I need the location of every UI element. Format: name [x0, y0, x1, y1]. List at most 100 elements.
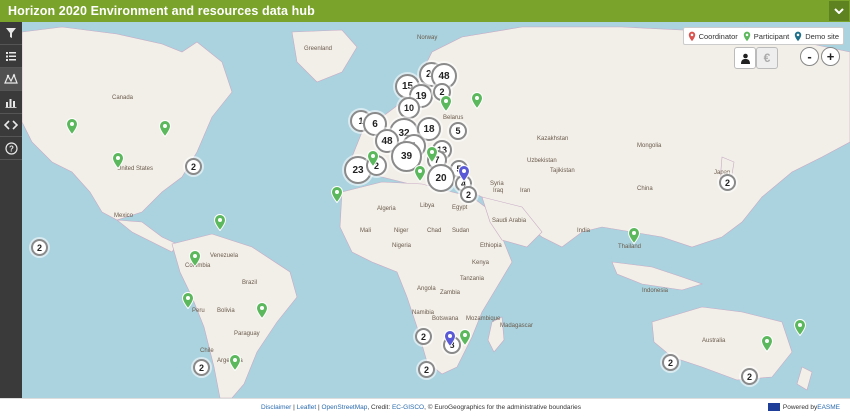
participant-pin-icon[interactable]	[471, 92, 483, 109]
cluster-map-icon	[4, 73, 18, 84]
participant-pin-icon[interactable]	[628, 227, 640, 244]
legend-item-demo-site[interactable]: Demo site	[794, 30, 839, 42]
participant-pin-icon[interactable]	[256, 302, 268, 319]
map-label: Botswana	[432, 316, 459, 322]
map-label: Angola	[417, 286, 436, 292]
map-cluster-marker[interactable]: 5	[449, 122, 467, 140]
demo-site-pin-icon[interactable]	[458, 165, 470, 182]
map-label: Mozambique	[466, 316, 501, 322]
sidebar-item-embed[interactable]	[0, 114, 22, 137]
participant-pin-icon[interactable]	[761, 335, 773, 352]
map-cluster-marker[interactable]: 2	[460, 186, 477, 203]
map-pin-icon	[742, 30, 751, 42]
powered-by: Powered by EASME	[767, 403, 840, 411]
openstreetmap-link[interactable]: OpenStreetMap	[322, 404, 368, 411]
map-cluster-marker[interactable]: 2	[418, 361, 435, 378]
map-label: Brazil	[242, 280, 257, 286]
credit-text: , Credit:	[367, 404, 392, 411]
zoom-in-button[interactable]: +	[821, 47, 840, 66]
map-label: Bolivia	[217, 308, 235, 314]
powered-by-label: Powered by	[782, 403, 818, 411]
map-label: China	[637, 186, 653, 192]
map-label: Sudan	[452, 228, 469, 234]
person-icon	[740, 53, 750, 64]
participant-pin-icon[interactable]	[214, 214, 226, 231]
disclaimer-link[interactable]: Disclaimer	[261, 404, 291, 411]
list-icon	[6, 52, 16, 61]
sidebar-item-filter[interactable]	[0, 22, 22, 45]
demo-site-pin-icon[interactable]	[444, 330, 456, 347]
map-cluster-marker[interactable]: 2	[662, 354, 679, 371]
map-cluster-marker[interactable]: 2	[719, 174, 736, 191]
world-map[interactable]: Canada United States Mexico Greenland No…	[22, 22, 850, 398]
participant-pin-icon[interactable]	[426, 146, 438, 163]
map-cluster-marker[interactable]: 2	[741, 368, 758, 385]
zoom-out-button[interactable]: -	[800, 47, 819, 66]
participant-pin-icon[interactable]	[66, 118, 78, 135]
map-label: Tajikistan	[550, 168, 575, 174]
map-label: Kazakhstan	[537, 136, 568, 142]
participant-pin-icon[interactable]	[414, 165, 426, 182]
map-pin-icon	[794, 30, 803, 42]
participant-pin-icon[interactable]	[229, 354, 241, 371]
map-label: Algeria	[377, 206, 396, 212]
map-label: Saudi Arabia	[492, 218, 527, 224]
map-label: Nigeria	[392, 243, 412, 249]
participant-pin-icon[interactable]	[159, 120, 171, 137]
map-label: Iran	[520, 188, 530, 194]
map-label: Mongolia	[637, 143, 662, 149]
participant-pin-icon[interactable]	[112, 152, 124, 169]
filter-icon	[6, 28, 16, 38]
participant-pin-icon[interactable]	[440, 95, 452, 112]
sidebar-item-map[interactable]	[0, 68, 22, 91]
participants-toggle[interactable]	[734, 47, 756, 69]
map-cluster-marker[interactable]: 2	[31, 239, 48, 256]
participant-pin-icon[interactable]	[182, 292, 194, 309]
eu-flag-icon	[767, 403, 780, 411]
sidebar-item-list[interactable]	[0, 45, 22, 68]
participant-pin-icon[interactable]	[794, 319, 806, 336]
funding-toggle[interactable]: €	[756, 47, 778, 69]
map-label: Niger	[394, 228, 408, 234]
map-label: Syria	[490, 181, 504, 187]
map-cluster-marker[interactable]: 2	[193, 359, 210, 376]
map-label: Indonesia	[642, 288, 669, 294]
map-label: Mexico	[114, 213, 134, 219]
map-label: Canada	[112, 95, 134, 101]
embed-code-icon	[4, 120, 18, 130]
credit-text: , © EuroGeographics for the administrati…	[424, 404, 582, 411]
map-label: Mali	[360, 228, 371, 234]
map-label: Ethiopia	[480, 243, 502, 249]
leaflet-link[interactable]: Leaflet	[297, 404, 317, 411]
legend-label-demo-site: Demo site	[805, 31, 839, 41]
map-label: Kenya	[472, 260, 490, 266]
collapse-header-button[interactable]	[829, 1, 849, 21]
sidebar-item-charts[interactable]	[0, 91, 22, 114]
map-label: Egypt	[452, 205, 468, 211]
ec-gisco-link[interactable]: EC-GISCO	[392, 404, 424, 411]
map-label: India	[577, 228, 591, 234]
participant-pin-icon[interactable]	[459, 329, 471, 346]
legend-item-participant[interactable]: Participant	[742, 30, 790, 42]
map-label: Madagascar	[500, 323, 533, 329]
help-icon: ?	[4, 141, 18, 155]
map-label: Australia	[702, 338, 726, 344]
sidebar-item-help[interactable]: ?	[0, 137, 22, 160]
map-label: Venezuela	[210, 253, 239, 259]
map-cluster-marker[interactable]: 20	[427, 164, 455, 192]
participant-pin-icon[interactable]	[331, 186, 343, 203]
legend-item-coordinator[interactable]: Coordinator	[687, 30, 738, 42]
euro-icon: €	[763, 51, 771, 65]
participant-pin-icon[interactable]	[367, 150, 379, 167]
map-cluster-marker[interactable]: 2	[185, 158, 202, 175]
legend-label-coordinator: Coordinator	[698, 31, 738, 41]
map-label: Greenland	[304, 46, 332, 52]
map-cluster-marker[interactable]: 2	[415, 328, 432, 345]
participant-pin-icon[interactable]	[189, 250, 201, 267]
map-label: Norway	[417, 35, 437, 41]
map-cluster-marker[interactable]: 10	[398, 97, 420, 119]
easme-link[interactable]: EASME	[817, 404, 840, 411]
credits-text: Disclaimer | Leaflet | OpenStreetMap, Cr…	[261, 404, 581, 411]
legend-label-participant: Participant	[753, 31, 790, 41]
map-legend: Coordinator Participant Demo site	[682, 27, 844, 45]
